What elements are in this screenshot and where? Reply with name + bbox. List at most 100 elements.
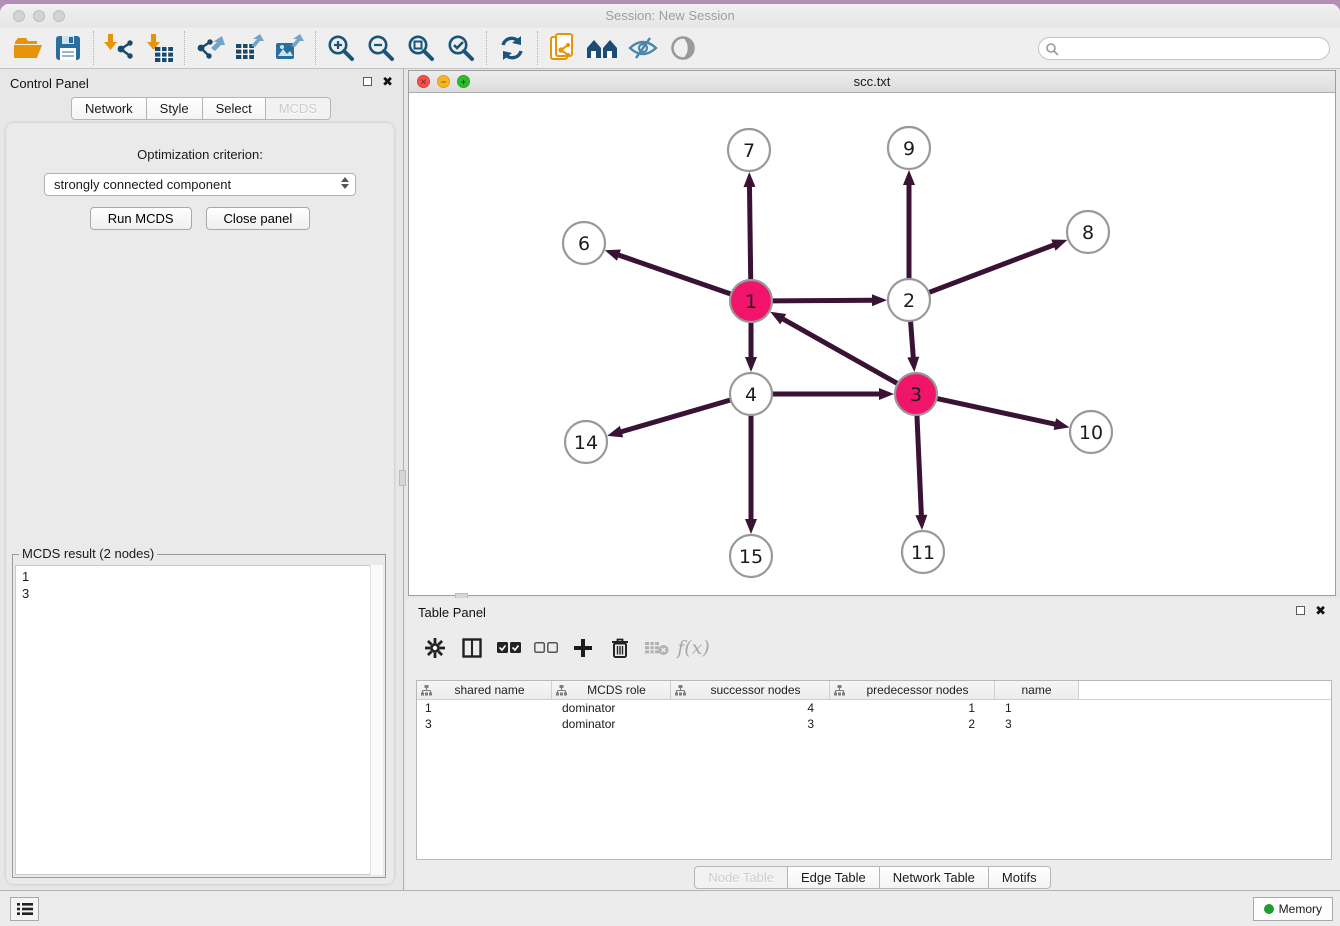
attribute-type-icon bbox=[834, 685, 845, 696]
panel-divider-handle[interactable] bbox=[399, 470, 406, 486]
cell-predecessor-nodes[interactable]: 1 bbox=[830, 701, 995, 715]
control-panel-title: Control Panel bbox=[10, 76, 89, 91]
tab-network[interactable]: Network bbox=[71, 97, 147, 120]
cell-shared-name[interactable]: 3 bbox=[417, 717, 552, 731]
open-folder-icon bbox=[13, 35, 43, 61]
run-mcds-button[interactable]: Run MCDS bbox=[90, 207, 192, 230]
zoom-out-button[interactable] bbox=[361, 30, 401, 66]
cell-predecessor-nodes[interactable]: 2 bbox=[830, 717, 995, 731]
graph-edge-3-11[interactable] bbox=[917, 415, 922, 517]
close-panel-icon[interactable]: ✖ bbox=[382, 76, 393, 87]
table-options-button[interactable] bbox=[416, 631, 453, 665]
edge-arrowhead bbox=[607, 426, 623, 438]
save-icon bbox=[55, 35, 81, 61]
task-history-button[interactable] bbox=[10, 897, 39, 921]
close-table-panel-icon[interactable]: ✖ bbox=[1315, 605, 1326, 616]
first-neighbors-button[interactable] bbox=[583, 30, 623, 66]
zoom-in-icon bbox=[327, 34, 355, 62]
cell-MCDS-role[interactable]: dominator bbox=[552, 701, 671, 715]
show-graphics-details-button[interactable] bbox=[663, 30, 703, 66]
column-header-shared-name[interactable]: shared name bbox=[417, 681, 552, 699]
column-header-predecessor-nodes[interactable]: predecessor nodes bbox=[830, 681, 995, 699]
search-input[interactable] bbox=[1059, 42, 1329, 56]
network-canvas[interactable]: 7968124314101511 bbox=[409, 93, 1335, 595]
export-table-button[interactable] bbox=[230, 30, 270, 66]
delete-row-button[interactable] bbox=[601, 631, 638, 665]
graph-node-label: 14 bbox=[574, 432, 598, 454]
table-row[interactable]: 1dominator411 bbox=[417, 700, 1331, 716]
list-icon bbox=[17, 902, 33, 916]
import-network-button[interactable] bbox=[99, 30, 139, 66]
graph-edge-3-10[interactable] bbox=[937, 398, 1057, 424]
clone-network-button[interactable] bbox=[543, 30, 583, 66]
graph-node-label: 4 bbox=[745, 384, 757, 406]
table-panel-title: Table Panel bbox=[418, 605, 486, 620]
column-header-filler bbox=[1079, 681, 1331, 699]
cell-successor-nodes[interactable]: 3 bbox=[671, 717, 830, 731]
column-header-MCDS-role[interactable]: MCDS role bbox=[552, 681, 671, 699]
checked-boxes-icon bbox=[497, 642, 521, 654]
cell-shared-name[interactable]: 1 bbox=[417, 701, 552, 715]
edge-arrowhead bbox=[770, 312, 786, 325]
tab-mcds[interactable]: MCDS bbox=[265, 97, 331, 120]
cell-MCDS-role[interactable]: dominator bbox=[552, 717, 671, 731]
graph-edge-1-6[interactable] bbox=[617, 254, 731, 294]
graph-node-label: 6 bbox=[578, 233, 590, 255]
edge-arrowhead bbox=[745, 519, 757, 534]
select-all-columns-button[interactable] bbox=[490, 631, 527, 665]
tab-network-table[interactable]: Network Table bbox=[879, 866, 989, 889]
graph-node-label: 7 bbox=[743, 140, 755, 162]
tab-style[interactable]: Style bbox=[146, 97, 203, 120]
tab-select[interactable]: Select bbox=[202, 97, 266, 120]
result-scrollbar[interactable] bbox=[370, 565, 383, 875]
mcds-panel: Optimization criterion: strongly connect… bbox=[6, 123, 394, 884]
add-row-button[interactable] bbox=[564, 631, 601, 665]
function-builder-button[interactable]: f(x) bbox=[675, 631, 712, 665]
table-panel-header: Table Panel ✖ bbox=[406, 598, 1340, 626]
save-session-button[interactable] bbox=[48, 30, 88, 66]
graph-edge-1-7[interactable] bbox=[749, 185, 750, 280]
import-network-icon bbox=[104, 34, 134, 62]
tab-edge-table[interactable]: Edge Table bbox=[787, 866, 880, 889]
graph-edge-2-3[interactable] bbox=[911, 321, 914, 359]
edge-arrowhead bbox=[903, 170, 915, 185]
export-table-icon bbox=[235, 34, 265, 62]
graph-edge-4-14[interactable] bbox=[620, 400, 731, 432]
graph-edge-2-8[interactable] bbox=[929, 244, 1056, 292]
memory-button[interactable]: Memory bbox=[1253, 897, 1333, 921]
cell-name[interactable]: 3 bbox=[995, 717, 1079, 731]
mcds-result-textarea[interactable]: 1 3 bbox=[15, 565, 383, 875]
zoom-selected-button[interactable] bbox=[441, 30, 481, 66]
unselect-all-columns-button[interactable] bbox=[527, 631, 564, 665]
delete-table-button[interactable] bbox=[638, 631, 675, 665]
graph-node-label: 8 bbox=[1082, 222, 1094, 244]
table-row[interactable]: 3dominator323 bbox=[417, 716, 1331, 732]
criterion-select[interactable]: strongly connected component bbox=[44, 173, 356, 196]
close-panel-button[interactable]: Close panel bbox=[206, 207, 311, 230]
hide-selected-button[interactable] bbox=[623, 30, 663, 66]
toolbar-separator bbox=[486, 31, 487, 65]
eye-slash-icon bbox=[628, 36, 658, 60]
graph-edge-1-2[interactable] bbox=[772, 300, 874, 301]
import-table-icon bbox=[144, 34, 174, 62]
open-session-button[interactable] bbox=[8, 30, 48, 66]
export-image-button[interactable] bbox=[270, 30, 310, 66]
memory-label: Memory bbox=[1279, 902, 1322, 916]
column-header-successor-nodes[interactable]: successor nodes bbox=[671, 681, 830, 699]
cell-successor-nodes[interactable]: 4 bbox=[671, 701, 830, 715]
export-network-button[interactable] bbox=[190, 30, 230, 66]
tab-node-table[interactable]: Node Table bbox=[694, 866, 788, 889]
show-columns-button[interactable] bbox=[453, 631, 490, 665]
tab-motifs[interactable]: Motifs bbox=[988, 866, 1051, 889]
refresh-icon bbox=[498, 35, 526, 61]
import-table-button[interactable] bbox=[139, 30, 179, 66]
zoom-fit-button[interactable] bbox=[401, 30, 441, 66]
refresh-view-button[interactable] bbox=[492, 30, 532, 66]
zoom-in-button[interactable] bbox=[321, 30, 361, 66]
graph-edge-3-1[interactable] bbox=[781, 318, 897, 384]
edge-arrowhead bbox=[872, 294, 887, 306]
cell-name[interactable]: 1 bbox=[995, 701, 1079, 715]
float-panel-icon[interactable] bbox=[363, 77, 372, 86]
float-table-panel-icon[interactable] bbox=[1296, 606, 1305, 615]
column-header-name[interactable]: name bbox=[995, 681, 1079, 699]
